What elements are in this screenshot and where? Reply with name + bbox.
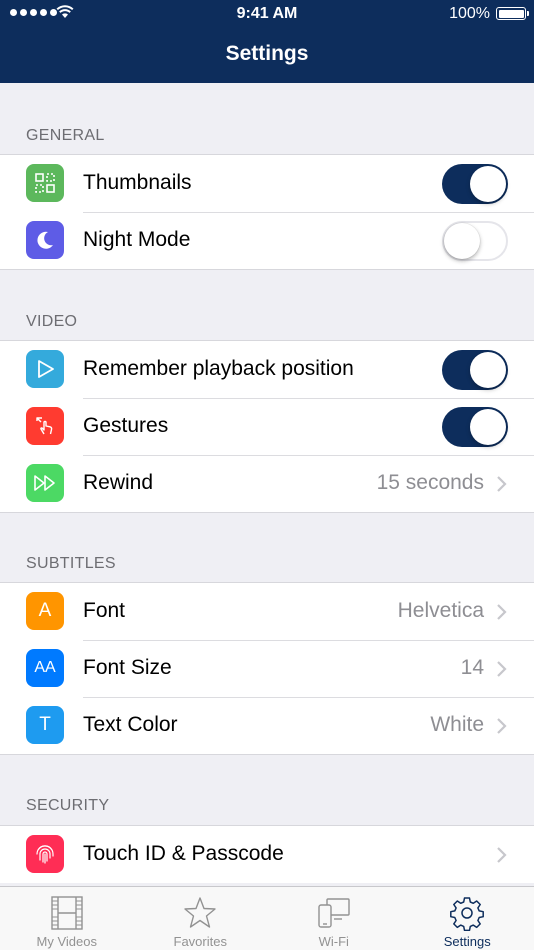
- film-icon: [51, 896, 83, 930]
- row-label: Text Color: [83, 713, 178, 736]
- night-mode-toggle[interactable]: [442, 221, 508, 261]
- row-value: Helvetica: [397, 599, 484, 622]
- tab-favorites[interactable]: Favorites: [134, 887, 268, 950]
- chevron-right-icon: [497, 661, 507, 677]
- gestures-toggle[interactable]: [442, 407, 508, 447]
- row-gestures[interactable]: Gestures: [0, 398, 534, 455]
- tab-label: Settings: [443, 934, 491, 949]
- group-video: Remember playback position Gestures Rewi…: [0, 340, 534, 513]
- gesture-icon: [26, 407, 64, 445]
- chevron-right-icon: [497, 604, 507, 620]
- row-label: Font Size: [83, 656, 172, 679]
- group-general: Thumbnails Night Mode: [0, 154, 534, 270]
- fingerprint-icon: [26, 835, 64, 873]
- remember-playback-toggle[interactable]: [442, 350, 508, 390]
- status-bar: 9:41 AM 100%: [0, 0, 534, 28]
- battery-percentage: 100%: [449, 5, 490, 22]
- tab-bar: My Videos Favorites Wi-Fi Settings: [0, 886, 534, 950]
- row-label: Gestures: [83, 414, 169, 437]
- row-font[interactable]: A Font Helvetica: [0, 583, 534, 640]
- row-touch-id[interactable]: Touch ID & Passcode: [0, 826, 534, 883]
- thumbnails-icon: [26, 164, 64, 202]
- font-icon: A: [26, 592, 64, 630]
- navigation-bar: 9:41 AM 100% Settings: [0, 0, 534, 83]
- star-icon: [184, 897, 216, 928]
- fast-forward-icon: [26, 464, 64, 502]
- page-title: Settings: [225, 42, 309, 65]
- row-label: Font: [83, 599, 126, 622]
- tab-label: Favorites: [173, 934, 227, 949]
- chevron-right-icon: [497, 847, 507, 863]
- devices-icon: [318, 898, 350, 928]
- row-label: Remember playback position: [83, 357, 354, 380]
- section-header-security: SECURITY: [26, 797, 110, 814]
- row-label: Thumbnails: [83, 171, 192, 194]
- section-header-subtitles: SUBTITLES: [26, 555, 116, 572]
- row-label: Rewind: [83, 471, 154, 494]
- tab-wifi[interactable]: Wi-Fi: [267, 887, 401, 950]
- section-header-video: VIDEO: [26, 313, 78, 330]
- tab-label: My Videos: [36, 934, 97, 949]
- row-font-size[interactable]: AA Font Size 14: [0, 640, 534, 697]
- font-size-icon: AA: [26, 649, 64, 687]
- row-remember-playback[interactable]: Remember playback position: [0, 341, 534, 398]
- section-header-general: GENERAL: [26, 127, 105, 144]
- tab-settings[interactable]: Settings: [401, 887, 534, 950]
- row-value: White: [430, 713, 484, 736]
- row-value: 14: [460, 656, 484, 679]
- row-label: Night Mode: [83, 228, 191, 251]
- thumbnails-toggle[interactable]: [442, 164, 508, 204]
- text-color-icon: T: [26, 706, 64, 744]
- group-security: Touch ID & Passcode: [0, 825, 534, 883]
- play-icon: [26, 350, 64, 388]
- row-thumbnails[interactable]: Thumbnails: [0, 155, 534, 212]
- row-value: 15 seconds: [376, 471, 484, 494]
- row-label: Touch ID & Passcode: [83, 842, 284, 865]
- chevron-right-icon: [497, 718, 507, 734]
- row-text-color[interactable]: T Text Color White: [0, 697, 534, 754]
- group-subtitles: A Font Helvetica AA Font Size 14 T Text …: [0, 582, 534, 755]
- row-rewind[interactable]: Rewind 15 seconds: [0, 455, 534, 512]
- row-night-mode[interactable]: Night Mode: [0, 212, 534, 269]
- gear-icon: [450, 897, 485, 931]
- tab-label: Wi-Fi: [318, 934, 349, 949]
- chevron-right-icon: [497, 476, 507, 492]
- battery-icon: [496, 7, 529, 20]
- tab-my-videos[interactable]: My Videos: [0, 887, 134, 950]
- moon-icon: [26, 221, 64, 259]
